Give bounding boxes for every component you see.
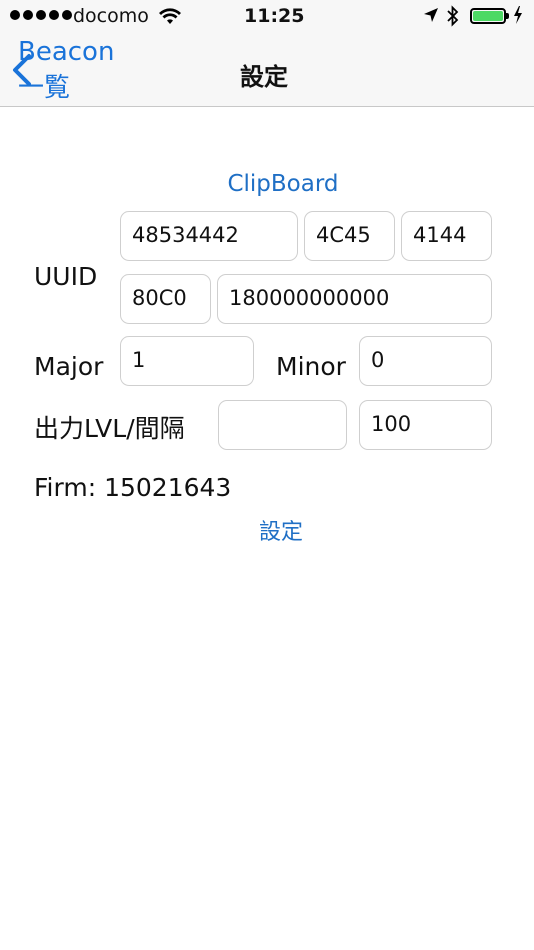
major-field[interactable]: 1 <box>120 336 254 386</box>
back-button-label: Beacon一覧 <box>18 36 115 103</box>
interval-field[interactable]: 100 <box>359 400 492 450</box>
clipboard-button[interactable]: ClipBoard <box>0 171 534 197</box>
major-label: Major <box>34 352 104 381</box>
page-title: 設定 <box>240 63 288 91</box>
minor-field[interactable]: 0 <box>359 336 492 386</box>
navigation-bar: Beacon一覧 設定 <box>0 36 534 107</box>
wifi-icon <box>158 7 182 32</box>
uuid-part2-field[interactable]: 4C45 <box>304 211 395 261</box>
status-bar: docomo 11:25 <box>0 0 534 36</box>
minor-label: Minor <box>276 352 346 381</box>
output-level-field[interactable] <box>218 400 347 450</box>
charging-bolt-icon <box>513 5 523 29</box>
uuid-part5-field[interactable]: 180000000000 <box>217 274 492 324</box>
set-button[interactable]: 設定 <box>0 514 534 546</box>
uuid-part4-field[interactable]: 80C0 <box>120 274 211 324</box>
output-level-interval-label: 出力LVL/間隔 <box>34 414 185 443</box>
status-time: 11:25 <box>244 5 305 27</box>
location-arrow-icon <box>422 6 440 29</box>
battery-icon <box>470 8 506 24</box>
bluetooth-icon <box>446 5 460 32</box>
back-button[interactable]: Beacon一覧 <box>10 37 114 103</box>
carrier-name: docomo <box>73 5 149 27</box>
signal-dots-icon <box>10 10 72 20</box>
uuid-label: UUID <box>34 262 98 291</box>
uuid-part1-field[interactable]: 48534442 <box>120 211 298 261</box>
firmware-version-text: Firm: 15021643 <box>34 473 232 502</box>
battery-cap <box>506 13 509 19</box>
uuid-part3-field[interactable]: 4144 <box>401 211 492 261</box>
